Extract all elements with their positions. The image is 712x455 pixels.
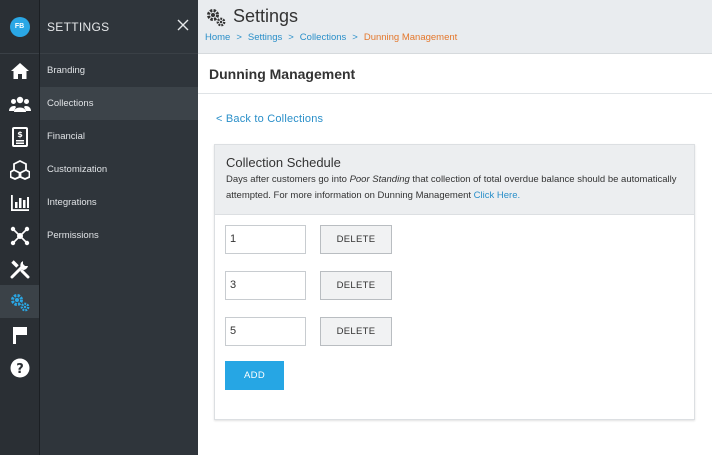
rail-settings[interactable]: [0, 285, 39, 318]
breadcrumb-current: Dunning Management: [363, 32, 458, 43]
svg-text:$: $: [17, 130, 23, 139]
rail-invoices[interactable]: $: [0, 120, 39, 153]
collection-schedule-card: Collection Schedule Days after customers…: [214, 144, 695, 420]
schedule-row: DELETE: [225, 270, 694, 300]
items-icon: [9, 159, 30, 180]
sidebar-item-customization[interactable]: Customization: [40, 153, 198, 186]
sidebar-item-collections[interactable]: Collections: [40, 87, 198, 120]
reports-icon: [10, 194, 29, 211]
delete-button[interactable]: DELETE: [320, 316, 392, 346]
breadcrumb-separator: >: [288, 32, 294, 43]
page-title: Dunning Management: [209, 65, 356, 82]
rail-help[interactable]: ?: [0, 351, 39, 384]
breadcrumb-home[interactable]: Home: [205, 32, 230, 43]
click-here-link[interactable]: Click Here.: [474, 190, 520, 201]
top-bar: Settings Home > Settings > Collections >…: [198, 0, 712, 54]
desc-text: Days after customers go into: [226, 174, 350, 185]
rail-customers[interactable]: [0, 87, 39, 120]
icon-rail: FB $ ?: [0, 0, 40, 455]
breadcrumb-separator: >: [236, 32, 242, 43]
delete-button[interactable]: DELETE: [320, 270, 392, 300]
sidebar-item-integrations[interactable]: Integrations: [40, 186, 198, 219]
schedule-row: DELETE: [225, 224, 694, 254]
days-input[interactable]: [225, 270, 306, 300]
invoice-icon: $: [11, 126, 28, 147]
flag-icon: [12, 326, 27, 344]
customers-icon: [8, 96, 31, 112]
header-title: Settings: [233, 6, 299, 26]
rail-tools[interactable]: [0, 252, 39, 285]
days-input[interactable]: [225, 316, 306, 346]
home-icon: [10, 62, 29, 79]
help-icon: ?: [10, 358, 29, 377]
close-icon[interactable]: [176, 18, 190, 32]
rail-network[interactable]: [0, 219, 39, 252]
card-title: Collection Schedule: [226, 155, 341, 170]
sidebar-item-financial[interactable]: Financial: [40, 120, 198, 153]
main-area: Settings Home > Settings > Collections >…: [198, 0, 712, 455]
settings-panel: SETTINGS Branding Collections Financial …: [40, 0, 198, 455]
settings-gears-icon: [207, 8, 226, 26]
breadcrumb-settings[interactable]: Settings: [248, 32, 282, 43]
schedule-row: DELETE: [225, 316, 694, 346]
settings-panel-header: SETTINGS: [40, 0, 198, 54]
rail-reports[interactable]: [0, 186, 39, 219]
settings-panel-title: SETTINGS: [47, 19, 110, 34]
schedule-rows: DELETE DELETE DELETE ADD: [215, 215, 694, 390]
sidebar-item-permissions[interactable]: Permissions: [40, 219, 198, 252]
rail-flag[interactable]: [0, 318, 39, 351]
settings-gears-icon: [10, 293, 29, 311]
add-button[interactable]: ADD: [225, 361, 284, 390]
breadcrumb-separator: >: [352, 32, 358, 43]
logo-badge: FB: [9, 16, 30, 37]
rail-home[interactable]: [0, 54, 39, 87]
network-icon: [10, 226, 29, 245]
breadcrumb-collections[interactable]: Collections: [300, 32, 346, 43]
delete-button[interactable]: DELETE: [320, 224, 392, 254]
page-header: Dunning Management: [198, 54, 712, 94]
svg-text:?: ?: [16, 362, 24, 377]
page-content: < Back to Collections Collection Schedul…: [198, 94, 712, 455]
back-to-collections-link[interactable]: < Back to Collections: [216, 113, 323, 125]
desc-emphasis: Poor Standing: [349, 174, 410, 185]
app-logo[interactable]: FB: [0, 0, 39, 54]
days-input[interactable]: [225, 224, 306, 254]
card-description: Days after customers go into Poor Standi…: [226, 172, 684, 204]
card-header: Collection Schedule Days after customers…: [215, 145, 694, 215]
breadcrumb: Home > Settings > Collections > Dunning …: [205, 32, 712, 43]
tools-icon: [10, 259, 29, 278]
rail-items[interactable]: [0, 153, 39, 186]
sidebar-item-branding[interactable]: Branding: [40, 54, 198, 87]
